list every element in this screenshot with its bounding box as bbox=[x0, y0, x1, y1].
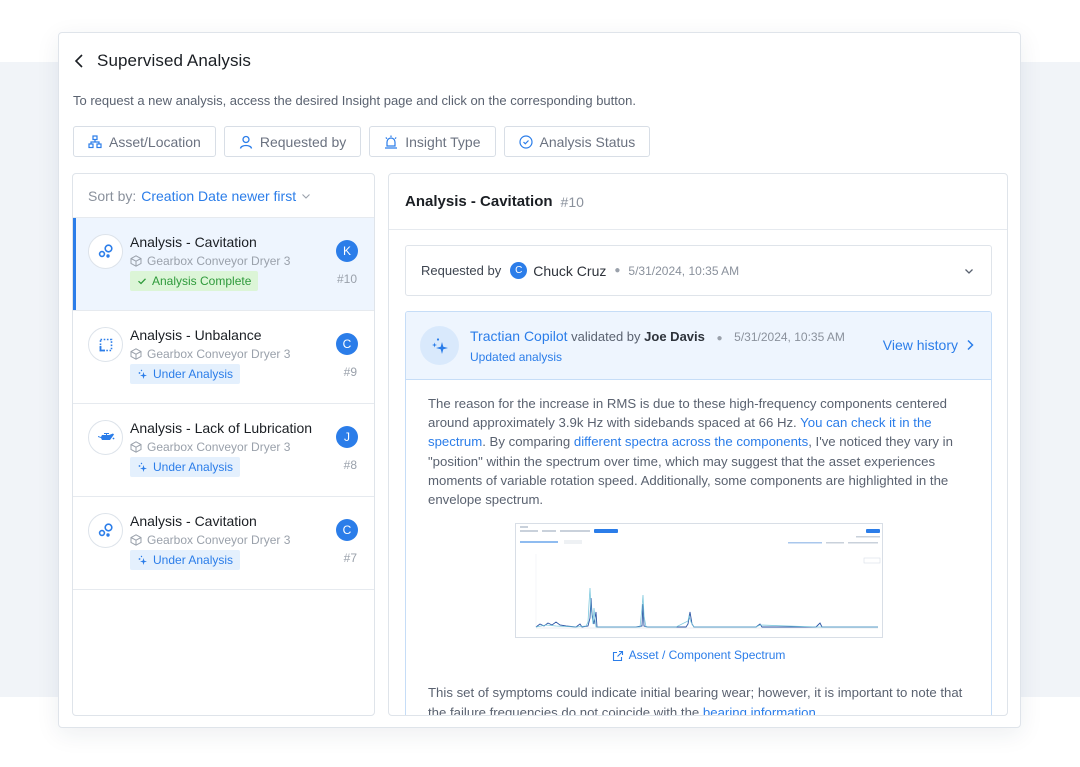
page-title: Supervised Analysis bbox=[97, 51, 252, 70]
status-badge: Under Analysis bbox=[130, 457, 241, 477]
analysis-paragraph: This set of symptoms could indicate init… bbox=[428, 683, 969, 715]
request-date: 5/31/2024, 10:35 AM bbox=[628, 263, 740, 278]
avatar: K bbox=[336, 240, 358, 262]
alarm-icon bbox=[385, 135, 398, 149]
list-item[interactable]: Analysis - Unbalance Gearbox Conveyor Dr… bbox=[73, 311, 374, 404]
status-badge: Under Analysis bbox=[130, 550, 241, 570]
validator-name: Joe Davis bbox=[644, 329, 705, 344]
analysis-list: Sort by: Creation Date newer first Analy… bbox=[72, 173, 375, 716]
filter-bar: Asset/Location Requested by Insight Type… bbox=[73, 126, 651, 157]
asset-cube-icon bbox=[130, 255, 142, 267]
copilot-validation-line: Tractian Copilot validated by Joe Davis … bbox=[470, 328, 845, 344]
copilot-name[interactable]: Tractian Copilot bbox=[470, 328, 568, 344]
item-number: #9 bbox=[343, 365, 357, 379]
filter-analysis-status[interactable]: Analysis Status bbox=[503, 126, 651, 157]
list-item[interactable]: Analysis - Lack of Lubrication Gearbox C… bbox=[73, 404, 374, 497]
list-item[interactable]: Analysis - Cavitation Gearbox Conveyor D… bbox=[73, 218, 374, 311]
sparkle-icon bbox=[138, 369, 147, 379]
back-button[interactable] bbox=[74, 51, 88, 71]
detail-number: #10 bbox=[560, 193, 584, 210]
bubbles-icon bbox=[88, 234, 123, 269]
asset-spectrum-link[interactable]: Asset / Component Spectrum bbox=[515, 646, 883, 665]
sparkle-icon bbox=[138, 555, 147, 565]
filter-requested-by[interactable]: Requested by bbox=[223, 126, 362, 157]
sort-control[interactable]: Sort by: Creation Date newer first bbox=[73, 174, 374, 218]
bearing-information-link[interactable]: bearing information bbox=[703, 705, 816, 715]
analysis-detail: Analysis - Cavitation #10 Requested by C… bbox=[388, 173, 1008, 716]
sparkle-icon bbox=[420, 326, 459, 365]
spectra-comparison-link[interactable]: different spectra across the components bbox=[574, 434, 808, 449]
avatar: C bbox=[336, 333, 358, 355]
sort-label: Sort by: bbox=[88, 187, 137, 204]
status-badge: Analysis Complete bbox=[130, 271, 259, 291]
detail-title: Analysis - Cavitation bbox=[405, 193, 553, 210]
item-number: #7 bbox=[343, 551, 357, 565]
supervised-analysis-window: Supervised Analysis To request a new ana… bbox=[58, 32, 1021, 728]
filter-label: Requested by bbox=[259, 133, 347, 150]
sort-value[interactable]: Creation Date newer first bbox=[141, 188, 296, 204]
unbalance-icon bbox=[88, 327, 123, 362]
chevron-left-icon bbox=[74, 54, 83, 68]
spectrum-thumbnail: Asset / Component Spectrum bbox=[514, 523, 883, 665]
filter-label: Insight Type bbox=[405, 133, 481, 150]
requested-by-label: Requested by bbox=[421, 263, 502, 278]
filter-label: Analysis Status bbox=[539, 133, 636, 150]
detail-header: Analysis - Cavitation #10 bbox=[389, 174, 1007, 230]
user-icon bbox=[239, 135, 252, 149]
list-item[interactable]: Analysis - Cavitation Gearbox Conveyor D… bbox=[73, 497, 374, 590]
spectrum-image[interactable] bbox=[514, 523, 883, 639]
avatar: C bbox=[336, 519, 358, 541]
item-number: #8 bbox=[343, 458, 357, 472]
oil-can-icon bbox=[88, 420, 123, 455]
item-number: #10 bbox=[336, 272, 357, 286]
asset-cube-icon bbox=[130, 348, 142, 360]
hierarchy-icon bbox=[88, 134, 102, 148]
requester-name: Chuck Cruz bbox=[533, 262, 607, 279]
analysis-body: The reason for the increase in RMS is du… bbox=[406, 380, 991, 715]
separator-dot: ● bbox=[614, 265, 621, 276]
separator-dot: ● bbox=[716, 333, 723, 344]
asset-cube-icon bbox=[130, 441, 142, 453]
check-icon bbox=[138, 278, 146, 285]
sparkle-icon bbox=[138, 462, 147, 472]
copilot-subline: Updated analysis bbox=[470, 350, 563, 364]
chevron-right-icon bbox=[967, 339, 974, 351]
page-header: Supervised Analysis bbox=[74, 51, 251, 71]
copilot-analysis-card: Tractian Copilot validated by Joe Davis … bbox=[405, 311, 992, 715]
requested-by-section[interactable]: Requested by C Chuck Cruz ● 5/31/2024, 1… bbox=[405, 245, 992, 296]
filter-insight-type[interactable]: Insight Type bbox=[369, 126, 496, 157]
check-circle-icon bbox=[518, 134, 533, 149]
chevron-down-icon[interactable] bbox=[963, 265, 975, 277]
validation-date: 5/31/2024, 10:35 AM bbox=[734, 330, 845, 344]
avatar: J bbox=[336, 426, 358, 448]
avatar: C bbox=[510, 262, 528, 279]
page-subtitle: To request a new analysis, access the de… bbox=[73, 93, 636, 108]
filter-label: Asset/Location bbox=[109, 133, 201, 150]
external-link-icon bbox=[612, 650, 623, 661]
analysis-paragraph: The reason for the increase in RMS is du… bbox=[428, 396, 953, 508]
status-badge: Under Analysis bbox=[130, 364, 241, 384]
chevron-down-icon bbox=[302, 193, 310, 199]
copilot-header: Tractian Copilot validated by Joe Davis … bbox=[406, 312, 991, 380]
view-history-link[interactable]: View history bbox=[883, 337, 974, 353]
filter-asset-location[interactable]: Asset/Location bbox=[73, 126, 216, 157]
bubbles-icon bbox=[88, 513, 123, 548]
asset-cube-icon bbox=[130, 534, 142, 546]
